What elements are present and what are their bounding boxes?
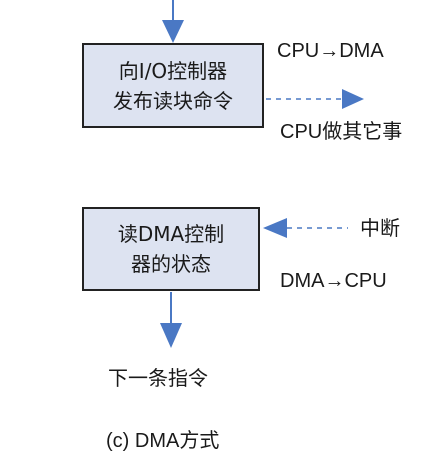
interrupt-label: 中断: [360, 216, 400, 240]
read-dma-status-line1: 读DMA控制: [117, 222, 225, 246]
top-incoming-arrow: [162, 0, 184, 43]
figure-caption: (c) DMA方式: [106, 430, 220, 452]
issue-read-command-line2: 发布读块命令: [113, 88, 233, 113]
dma-flow-diagram: 向I/O控制器 发布读块命令 读DMA控制 器的状态 CPU→DMA CPU做其…: [0, 0, 439, 461]
cpu-other-work-arrow: [266, 89, 364, 109]
read-dma-status-box: 读DMA控制 器的状态: [82, 207, 260, 291]
cpu-other-work-label: CPU做其它事: [280, 121, 403, 143]
cpu-to-dma-label: CPU→DMA: [277, 40, 384, 62]
interrupt-arrow: [263, 218, 348, 238]
issue-read-command-line1: 向I/O控制器: [118, 58, 228, 83]
next-instruction-label: 下一条指令: [108, 366, 208, 390]
read-dma-status-line2: 器的状态: [131, 252, 211, 276]
dma-to-cpu-label: DMA→CPU: [280, 270, 387, 292]
issue-read-command-box: 向I/O控制器 发布读块命令: [82, 43, 264, 128]
next-instruction-arrow: [160, 292, 182, 348]
